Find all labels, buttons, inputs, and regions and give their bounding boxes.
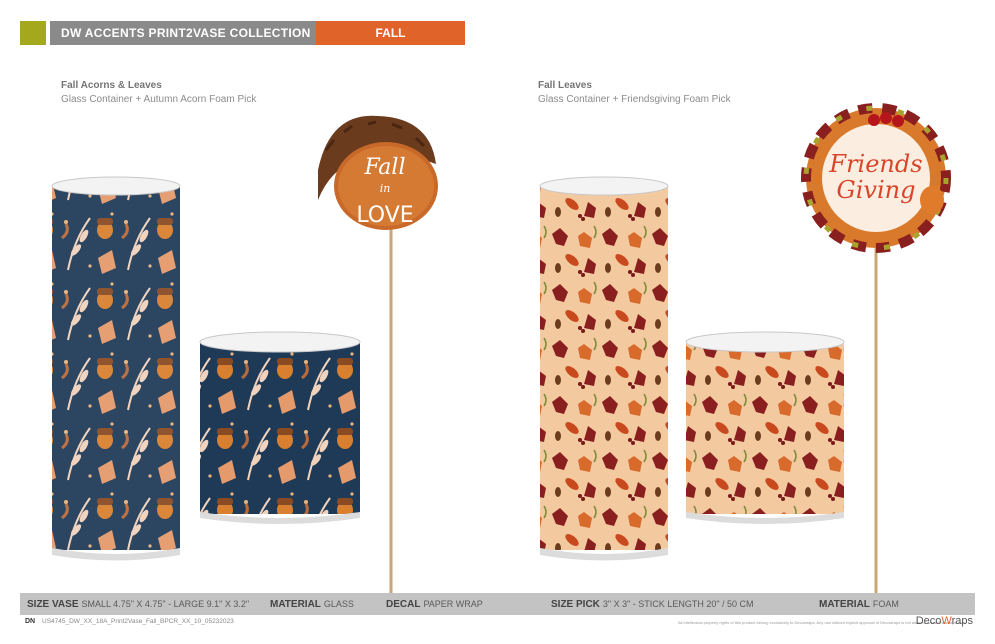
brand-post: raps xyxy=(951,615,973,627)
dn-label: DN xyxy=(25,618,36,625)
pick-text-love: LOVE xyxy=(356,203,413,228)
product-2-tall-vase xyxy=(539,176,669,561)
pick-text-fall: Fall xyxy=(364,155,406,180)
spec-decal-label: DECAL xyxy=(386,599,421,610)
product-code: US4745_DW_XX_18A_Print2Vase_Fall_BPCR_XX… xyxy=(42,618,234,625)
brand-logo: DecoWraps xyxy=(916,615,973,627)
spec-material-foam-value: FOAM xyxy=(872,599,899,609)
spec-size-vase-value: SMALL 4.75" X 4.75" - LARGE 9.1" X 3.2" xyxy=(81,599,250,609)
spec-size-pick: SIZE PICK 3" X 3" - STICK LENGTH 20" / 50… xyxy=(551,599,754,610)
spec-size-vase: SIZE VASE SMALL 4.75" X 4.75" - LARGE 9.1… xyxy=(27,599,249,610)
spec-decal: DECAL PAPER WRAP xyxy=(386,599,483,610)
footer-code-row: DN US4745_DW_XX_18A_Print2Vase_Fall_BPCR… xyxy=(20,615,975,630)
spec-material-value: GLASS xyxy=(323,599,354,609)
product-1-tall-vase xyxy=(51,176,181,561)
spec-size-pick-value: 3" X 3" - STICK LENGTH 20" / 50 CM xyxy=(602,599,754,609)
brand-pre: Deco xyxy=(915,615,942,627)
product-artwork: Fall in LOVE Friends Giving xyxy=(51,103,951,594)
spec-material-label: MATERIAL xyxy=(270,599,321,610)
spec-size-pick-label: SIZE PICK xyxy=(551,599,600,610)
pick-text-giving: Giving xyxy=(837,176,916,204)
product-2-short-vase xyxy=(685,331,845,524)
spec-material-foam-label: MATERIAL xyxy=(819,599,870,610)
pick-text-friends: Friends xyxy=(828,150,922,178)
pick-text-in: in xyxy=(380,182,391,195)
spec-decal-value: PAPER WRAP xyxy=(423,599,483,609)
spec-material-glass: MATERIAL GLASS xyxy=(270,599,354,610)
product-1-short-vase xyxy=(199,331,361,524)
spec-size-vase-label: SIZE VASE xyxy=(27,599,79,610)
brand-accent: W xyxy=(941,615,952,627)
spec-bar: SIZE VASE SMALL 4.75" X 4.75" - LARGE 9.1… xyxy=(20,593,975,615)
spec-material-foam: MATERIAL FOAM xyxy=(819,599,899,610)
